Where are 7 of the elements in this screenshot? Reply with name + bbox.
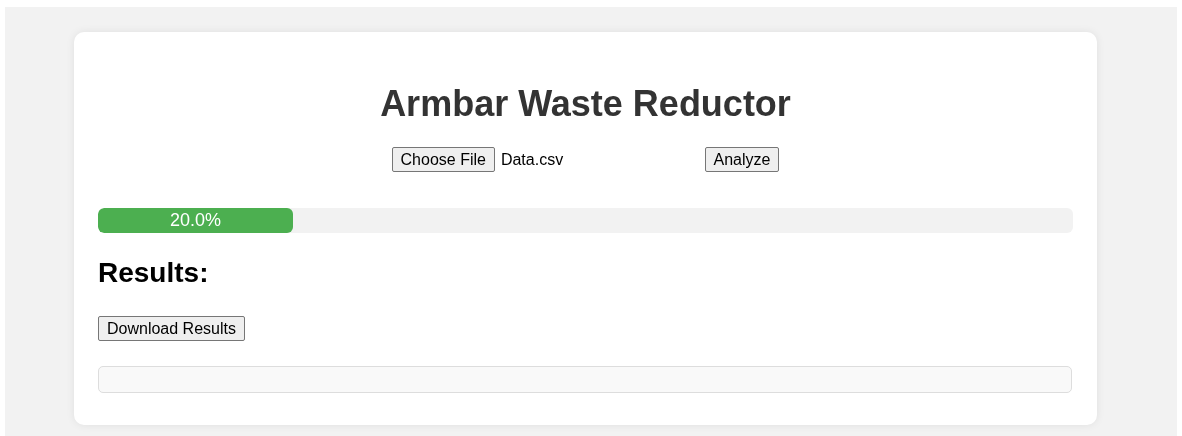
file-name: Data.csv [500, 149, 564, 170]
analyze-button[interactable]: Analyze [704, 147, 780, 172]
results-heading: Results: [98, 257, 210, 289]
progress-fill: 20.0% [98, 208, 293, 233]
page-title: Armbar Waste Reductor [379, 82, 792, 126]
choose-file-button[interactable]: Choose File [391, 147, 495, 172]
download-results-button[interactable]: Download Results [98, 316, 245, 341]
